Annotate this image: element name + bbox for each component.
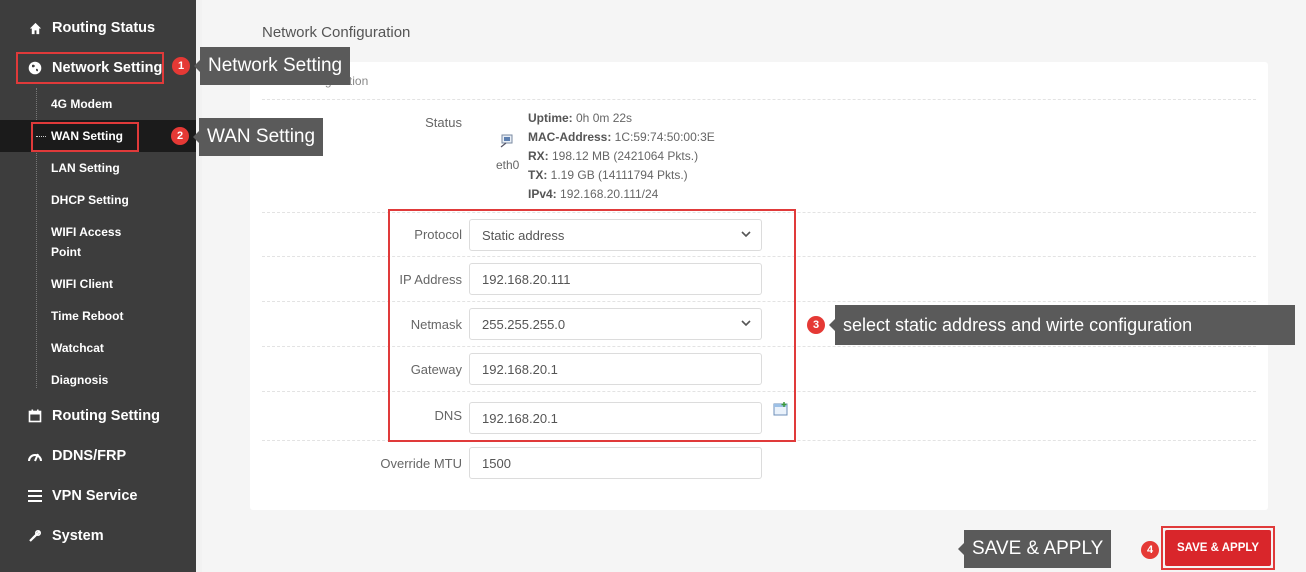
override-mtu-label: Override MTU — [380, 456, 462, 471]
page-title: Network Configuration — [262, 24, 411, 41]
ipv4-label: IPv4: — [528, 187, 557, 201]
callout-save-apply: SAVE & APPLY — [957, 530, 1112, 568]
status-label: Status — [425, 115, 462, 130]
sidebar-subitem-dhcp-setting[interactable]: DHCP Setting — [0, 184, 196, 216]
sidebar-subitem-4g-modem[interactable]: 4G Modem — [0, 88, 196, 120]
sidebar-subitem-label: LAN Setting — [51, 161, 120, 175]
callout-static-config: select static address and wirte configur… — [829, 305, 1295, 345]
override-mtu-value: 1500 — [482, 455, 511, 471]
sidebar-item-label: Routing Status — [52, 20, 156, 36]
status-tx: TX: 1.19 GB (14111794 Pkts.) — [528, 168, 688, 182]
sidebar-subitem-label: DHCP Setting — [51, 193, 129, 207]
step-badge-2: 2 — [171, 127, 189, 145]
sidebar-subitem-label: Watchcat — [51, 341, 104, 355]
callout-wan-setting: WAN Setting — [192, 118, 324, 156]
sidebar-subitem-label: Diagnosis — [51, 373, 109, 387]
tx-label: TX: — [528, 168, 548, 182]
sidebar-subitem-watchcat[interactable]: Watchcat — [0, 332, 196, 364]
rx-label: RX: — [528, 149, 549, 163]
home-icon — [26, 22, 44, 35]
uptime-label: Uptime: — [528, 111, 573, 125]
sidebar-item-routing-status[interactable]: Routing Status — [0, 8, 196, 48]
status-rx: RX: 198.12 MB (2421064 Pkts.) — [528, 149, 698, 163]
status-ipv4: IPv4: 192.168.20.111/24 — [528, 187, 658, 201]
sidebar-subitem-label: WIFI Client — [51, 277, 113, 291]
step-badge-4: 4 — [1141, 541, 1159, 559]
mac-value: 1C:59:74:50:00:3E — [611, 130, 715, 144]
tx-value: 1.19 GB (14111794 Pkts.) — [547, 168, 688, 182]
highlight-box-network-setting — [16, 52, 164, 84]
sidebar-item-label: DDNS/FRP — [52, 448, 127, 464]
sidebar-item-ddns-frp[interactable]: DDNS/FRP — [0, 436, 196, 476]
sidebar-item-label: Routing Setting — [52, 408, 160, 424]
sidebar-subitem-label: Time Reboot — [51, 309, 124, 323]
override-mtu-field[interactable]: 1500 — [469, 447, 762, 479]
sidebar-item-system[interactable]: System — [0, 516, 196, 556]
sidebar-subitem-label: 4G Modem — [51, 97, 113, 111]
status-mac: MAC-Address: 1C:59:74:50:00:3E — [528, 130, 715, 144]
highlight-box-wan-setting — [31, 122, 139, 152]
sidebar-item-label: VPN Service — [52, 488, 138, 504]
sidebar-subitem-diagnosis[interactable]: Diagnosis — [0, 364, 196, 396]
sidebar-item-vpn-service[interactable]: VPN Service — [0, 476, 196, 516]
step-badge-1: 1 — [172, 57, 190, 75]
uptime-value: 0h 0m 22s — [572, 111, 633, 125]
divider — [262, 99, 1256, 100]
rx-value: 198.12 MB (2421064 Pkts.) — [548, 149, 699, 163]
sidebar-subitem-wifi-client[interactable]: WIFI Client — [0, 268, 196, 300]
gauge-icon — [26, 450, 44, 462]
callout-network-setting: Network Setting — [193, 47, 351, 85]
save-apply-button[interactable]: SAVE & APPLY — [1165, 530, 1271, 566]
sidebar-subitem-lan-setting[interactable]: LAN Setting — [0, 152, 196, 184]
calendar-icon — [26, 409, 44, 423]
sidebar-item-label: System — [52, 528, 104, 544]
sidebar-item-routing-setting[interactable]: Routing Setting — [0, 396, 196, 436]
mac-label: MAC-Address: — [528, 130, 612, 144]
ipv4-value: 192.168.20.111/24 — [556, 187, 659, 201]
tools-icon — [26, 529, 44, 543]
ethernet-port-icon — [500, 134, 514, 148]
sidebar-subitem-time-reboot[interactable]: Time Reboot — [0, 300, 196, 332]
highlight-box-static-config — [388, 209, 796, 442]
page: Routing Status Network Setting 4G Modem … — [0, 0, 1306, 572]
sidebar-subitem-wifi-access-point[interactable]: WIFI Access Point — [0, 222, 140, 262]
step-badge-3: 3 — [807, 316, 825, 334]
list-icon — [26, 490, 44, 502]
status-uptime: Uptime: 0h 0m 22s — [528, 111, 632, 125]
sidebar: Routing Status Network Setting 4G Modem … — [0, 0, 196, 572]
interface-name: eth0 — [496, 158, 520, 172]
sidebar-subitem-label: WIFI Access Point — [51, 225, 122, 259]
